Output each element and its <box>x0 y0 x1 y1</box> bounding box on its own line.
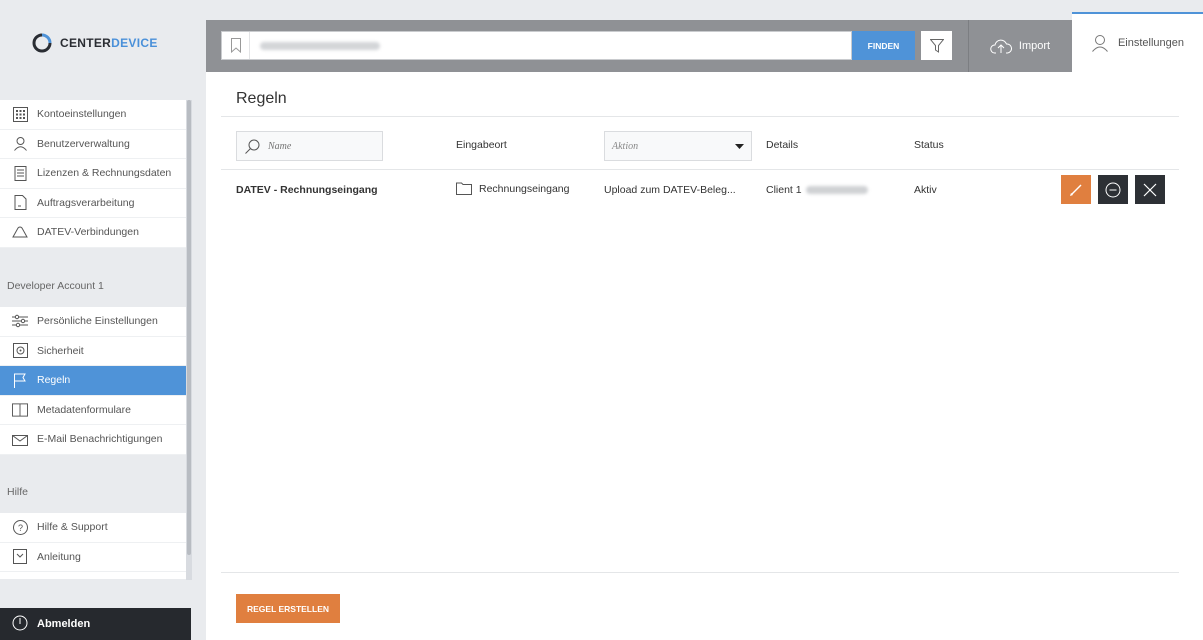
bookmark-icon[interactable] <box>222 32 250 59</box>
logout-label: Abmelden <box>37 618 91 630</box>
document-icon <box>12 195 28 211</box>
folder-icon <box>456 182 472 195</box>
account-nav: Kontoeinstellungen Benutzerverwaltung Li… <box>0 100 186 248</box>
sidebar-item-regeln[interactable]: Regeln <box>0 366 186 396</box>
section-label-hilfe: Hilfe <box>7 486 29 498</box>
search-box <box>221 31 852 60</box>
logo-icon <box>32 33 52 53</box>
column-header-eingabeort: Eingabeort <box>456 139 507 151</box>
sidebar-item-sicherheit[interactable]: Sicherheit <box>0 337 186 366</box>
safe-icon <box>12 343 28 359</box>
cloud-icon <box>12 224 28 240</box>
main-panel: Regeln Eingabeort Aktion Details Status … <box>206 72 1203 640</box>
delete-button[interactable] <box>1135 175 1165 204</box>
action-select-placeholder: Aktion <box>612 140 639 152</box>
sidebar-item-label: E-Mail Benachrichtigungen <box>37 433 163 446</box>
question-icon: ? <box>12 519 28 535</box>
import-label: Import <box>1018 40 1051 52</box>
sidebar-item-hilfe-support[interactable]: ? Hilfe & Support <box>0 513 186 543</box>
caret-down-icon <box>735 140 744 152</box>
cloud-upload-icon <box>990 39 1012 54</box>
filter-button[interactable] <box>921 31 952 60</box>
find-button[interactable]: FINDEN <box>852 31 915 60</box>
sidebar-item-benutzerverwaltung[interactable]: Benutzerverwaltung <box>0 130 186 159</box>
sidebar-item-label: Metadatenformulare <box>37 403 131 416</box>
sidebar-item-label: Hilfe & Support <box>37 521 108 534</box>
name-filter[interactable] <box>236 131 383 161</box>
sidebar-item-label: Persönliche Einstellungen <box>37 315 158 328</box>
user-icon <box>1092 35 1108 52</box>
sidebar-item-label: Benutzerverwaltung <box>37 137 130 150</box>
close-icon <box>1143 183 1157 196</box>
import-button[interactable]: Import <box>968 20 1071 72</box>
rule-action: Upload zum DATEV-Beleg... <box>604 184 736 196</box>
column-header-details: Details <box>766 139 799 151</box>
book-icon <box>12 402 28 418</box>
rule-status: Aktiv <box>914 184 937 196</box>
settings-tab[interactable]: Einstellungen <box>1072 12 1203 72</box>
sidebar-item-label: Lizenzen & Rechnungsdaten <box>37 167 172 180</box>
rule-location-label: Rechnungseingang <box>479 182 570 195</box>
sidebar-item-anleitung[interactable]: Anleitung <box>0 543 186 572</box>
sidebar-item-label: Regeln <box>37 374 71 387</box>
name-filter-input[interactable] <box>268 140 368 152</box>
section-label-developer: Developer Account 1 <box>7 280 104 292</box>
logo[interactable]: CENTERDEVICE <box>32 32 158 54</box>
rule-name: DATEV - Rechnungseingang <box>236 184 378 196</box>
column-header-status: Status <box>914 139 944 151</box>
logout-button[interactable]: Abmelden <box>0 608 191 640</box>
sidebar-item-kontoeinstellungen[interactable]: Kontoeinstellungen <box>0 100 186 130</box>
sidebar-item-email-benachrichtigungen[interactable]: E-Mail Benachrichtigungen <box>0 425 186 455</box>
sidebar-item-datev-verbindungen[interactable]: DATEV-Verbindungen <box>0 218 186 248</box>
sidebar-item-label: DATEV-Verbindungen <box>37 226 139 239</box>
edit-button[interactable] <box>1061 175 1091 204</box>
blurred-client-id <box>805 186 868 195</box>
sidebar-item-label: Auftragsverarbeitung <box>37 196 135 209</box>
action-select[interactable]: Aktion <box>604 131 752 161</box>
guide-icon <box>12 549 28 565</box>
minus-circle-icon <box>1105 182 1121 197</box>
page-title: Regeln <box>236 90 287 107</box>
rule-details: Client 1 <box>766 184 868 196</box>
rule-location: Rechnungseingang <box>456 182 570 195</box>
rule-details-label: Client 1 <box>766 184 802 196</box>
user-icon <box>12 136 28 152</box>
receipt-icon <box>12 165 28 181</box>
sidebar-item-label: Sicherheit <box>37 344 84 357</box>
sidebar: CENTERDEVICE Kontoeinstellungen Benutzer… <box>0 0 192 640</box>
search-input[interactable] <box>380 32 851 59</box>
sidebar-item-metadatenformulare[interactable]: Metadatenformulare <box>0 396 186 425</box>
grid-icon <box>12 106 28 122</box>
svg-text:?: ? <box>17 523 22 533</box>
sidebar-item-auftragsverarbeitung[interactable]: Auftragsverarbeitung <box>0 189 186 218</box>
sidebar-item-persoenliche-einstellungen[interactable]: Persönliche Einstellungen <box>0 307 186 337</box>
flag-icon <box>12 372 28 388</box>
search-icon <box>245 139 260 154</box>
divider <box>221 572 1179 573</box>
logo-text: CENTERDEVICE <box>60 36 158 50</box>
create-rule-button[interactable]: REGEL ERSTELLEN <box>236 594 340 623</box>
sidebar-item-lizenzen[interactable]: Lizenzen & Rechnungsdaten <box>0 159 186 189</box>
sidebar-item-label: Anleitung <box>37 550 81 563</box>
divider <box>221 116 1179 117</box>
pencil-icon <box>1070 184 1082 196</box>
developer-nav: Persönliche Einstellungen Sicherheit Reg… <box>0 307 186 455</box>
filter-icon <box>929 38 944 53</box>
settings-label: Einstellungen <box>1117 37 1185 49</box>
sliders-icon <box>12 313 28 329</box>
search-bar: FINDEN <box>206 20 1072 72</box>
mail-icon <box>12 431 28 447</box>
deactivate-button[interactable] <box>1098 175 1128 204</box>
help-nav: ? Hilfe & Support Anleitung <box>0 513 186 579</box>
power-icon <box>12 615 28 634</box>
sidebar-item-label: Kontoeinstellungen <box>37 108 127 121</box>
table-row[interactable]: DATEV - Rechnungseingang Rechnungseingan… <box>206 170 1203 210</box>
sidebar-scroll-thumb[interactable] <box>187 100 191 555</box>
search-blurred-text <box>260 41 380 50</box>
